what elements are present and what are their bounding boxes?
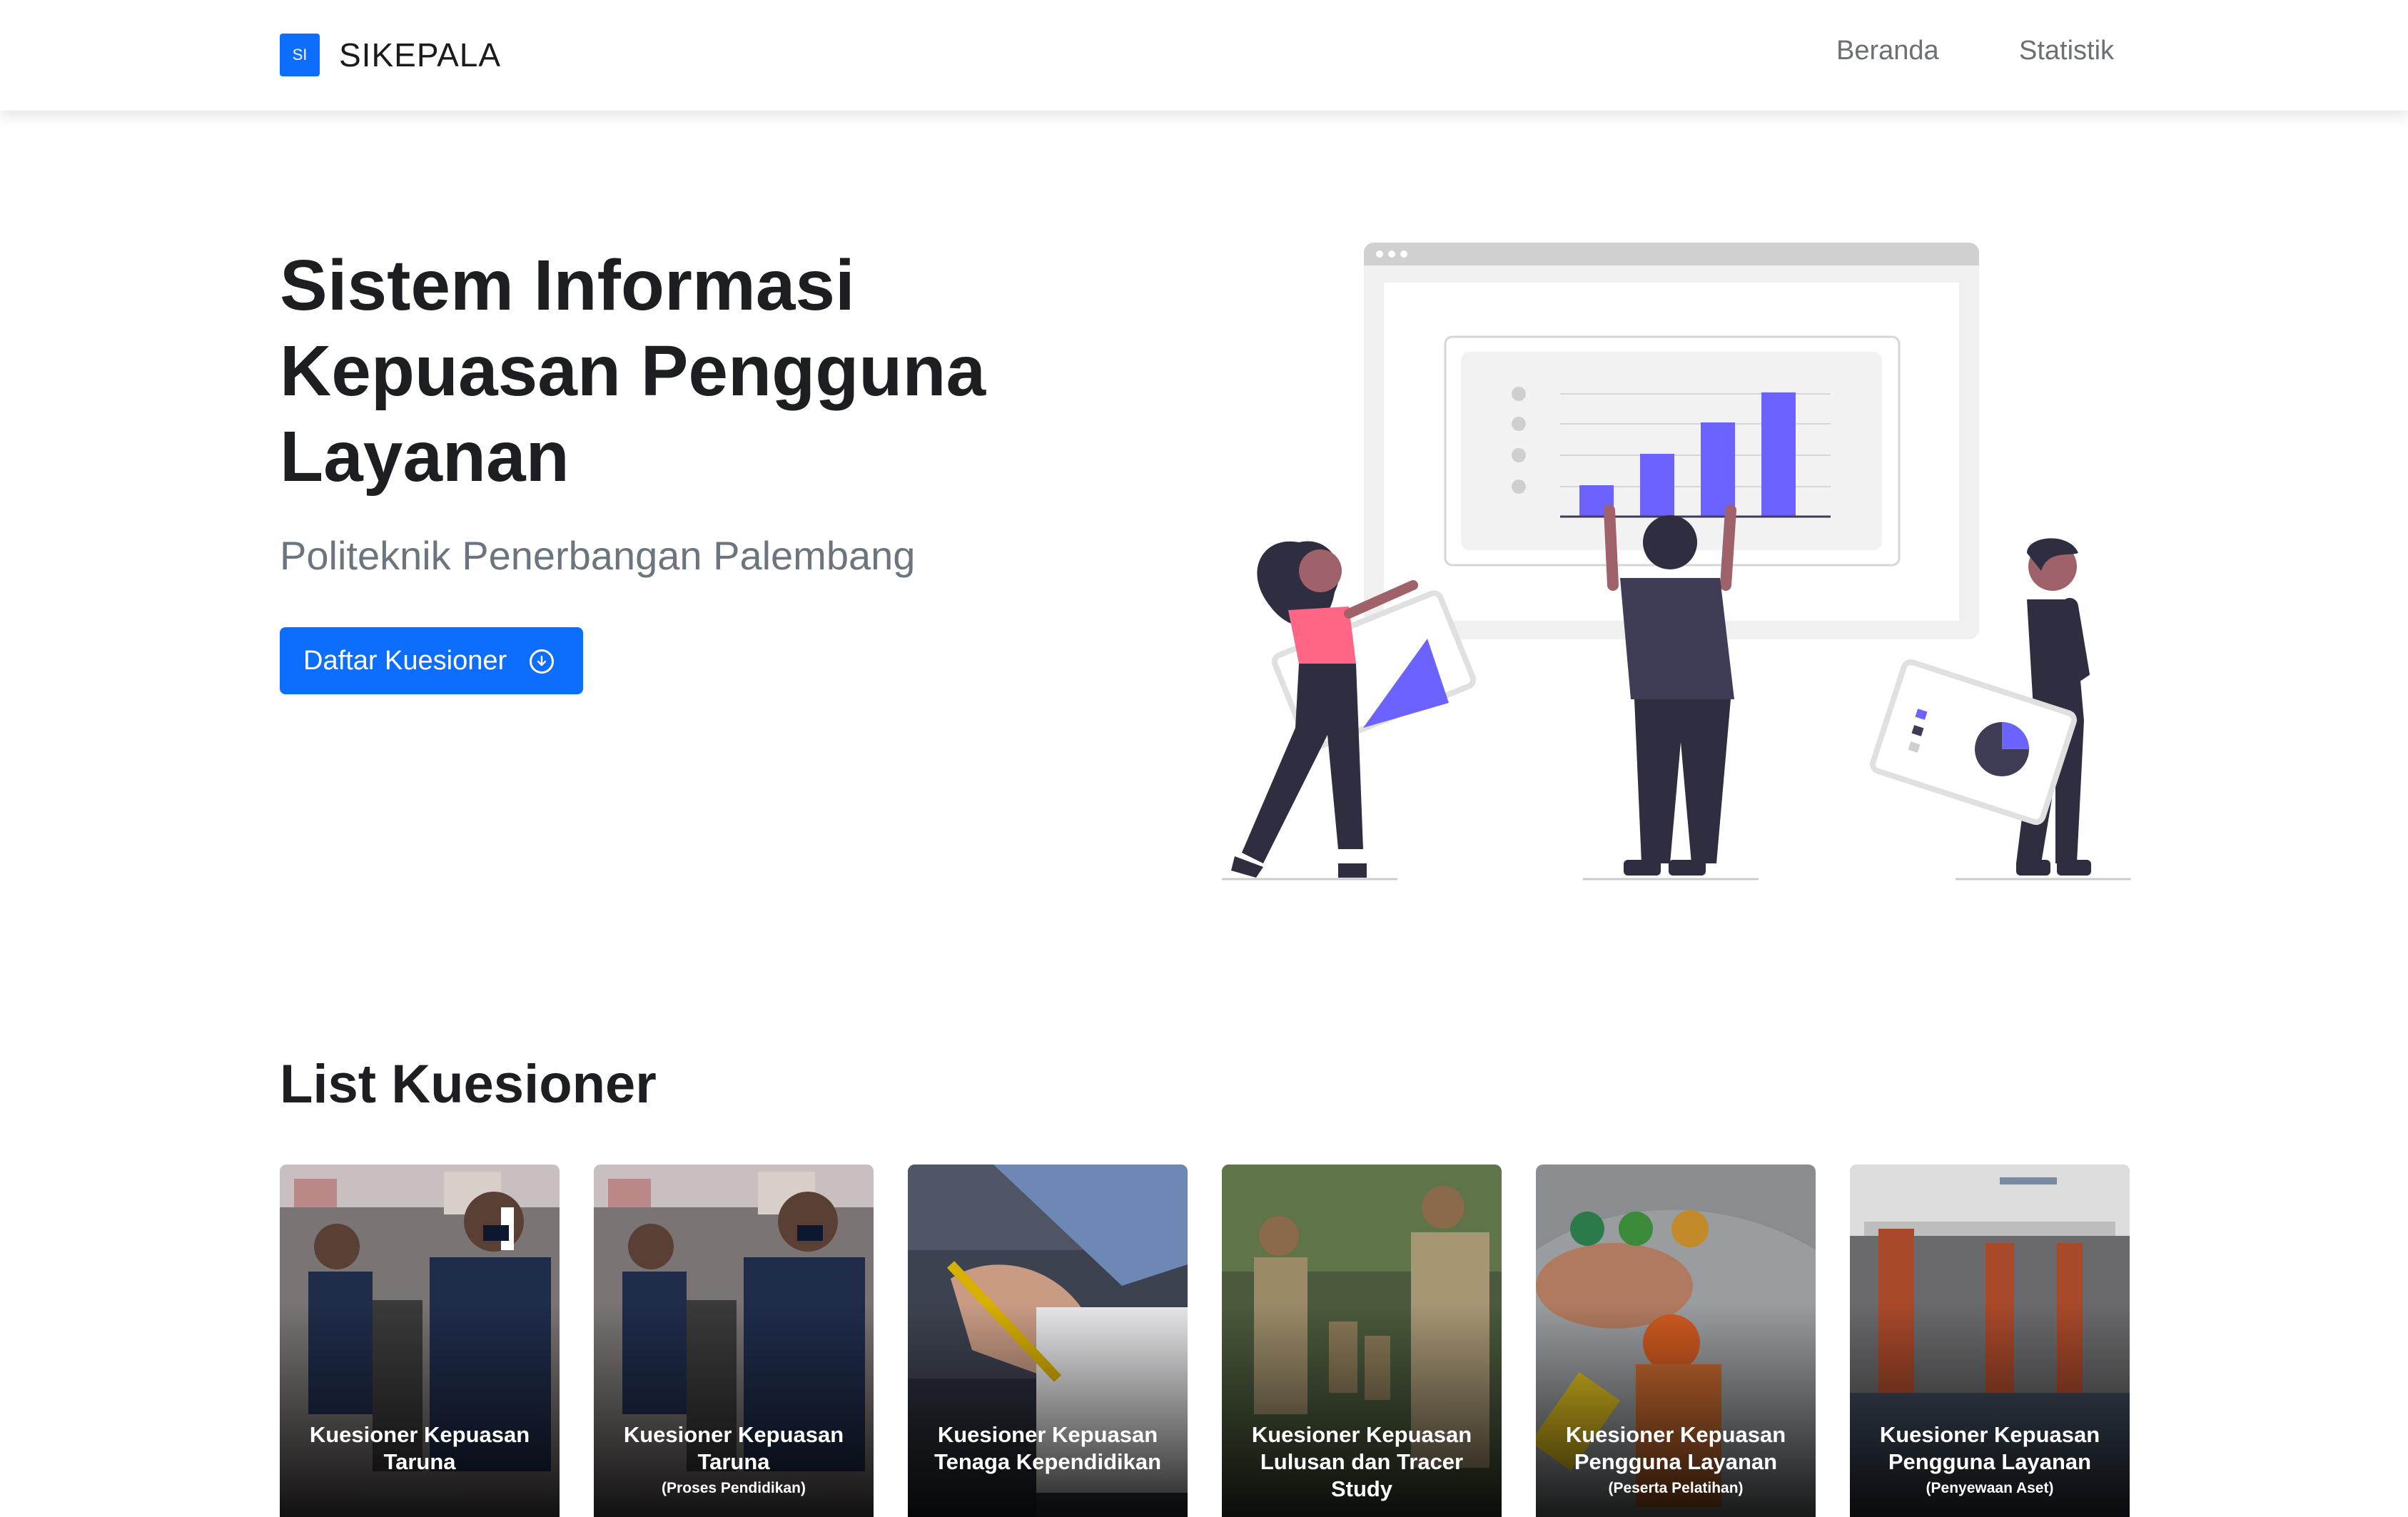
nav-link-statistik[interactable]: Statistik xyxy=(2019,36,2114,66)
woman-figure xyxy=(1231,541,1477,878)
hero-title: Sistem Informasi Kepuasan Pengguna Layan… xyxy=(280,245,986,497)
navbar: SI SIKEPALA Beranda Statistik xyxy=(0,0,2408,111)
brand[interactable]: SI SIKEPALA xyxy=(280,34,501,76)
card-kuesioner-lulusan-tracer-study[interactable]: Kuesioner Kepuasan Lulusan dan Tracer St… xyxy=(1222,1165,1502,1517)
daftar-kuesioner-label: Daftar Kuesioner xyxy=(303,645,507,676)
hero-subtitle: Politeknik Penerbangan Palembang xyxy=(280,533,916,578)
card-kuesioner-peserta-pelatihan[interactable]: Kuesioner Kepuasan Pengguna Layanan (Pes… xyxy=(1536,1165,1816,1517)
card-kuesioner-taruna-proses-pendidikan[interactable]: Kuesioner Kepuasan Taruna (Proses Pendid… xyxy=(594,1165,874,1517)
card-title: Kuesioner Kepuasan Pengguna Layanan xyxy=(1565,1422,1786,1474)
card-title: Kuesioner Kepuasan Lulusan dan Tracer St… xyxy=(1251,1422,1472,1501)
card-subtitle: (Penyewaan Aset) xyxy=(1926,1480,2054,1496)
daftar-kuesioner-button[interactable]: Daftar Kuesioner xyxy=(280,627,583,694)
card-title: Kuesioner Kepuasan Pengguna Layanan xyxy=(1879,1422,2100,1474)
brand-name: SIKEPALA xyxy=(339,36,502,73)
arrow-down-circle-icon xyxy=(530,649,554,674)
card-kuesioner-taruna[interactable]: Kuesioner Kepuasan Taruna xyxy=(280,1165,560,1517)
card-kuesioner-tenaga-kependidikan[interactable]: Kuesioner Kepuasan Tenaga Kependidikan xyxy=(908,1165,1188,1517)
card-subtitle: (Peserta Pelatihan) xyxy=(1608,1480,1744,1496)
card-title: Kuesioner Kepuasan Taruna xyxy=(309,1422,530,1474)
list-title: List Kuesioner xyxy=(280,1054,657,1115)
card-title: Kuesioner Kepuasan Tenaga Kependidikan xyxy=(934,1422,1162,1474)
card-overlay xyxy=(280,1303,560,1517)
brand-logo: SI xyxy=(280,34,320,76)
hero-illustration xyxy=(1222,243,2131,881)
card-subtitle: (Proses Pendidikan) xyxy=(662,1480,806,1496)
card-kuesioner-penyewaan-aset[interactable]: Kuesioner Kepuasan Pengguna Layanan (Pen… xyxy=(1850,1165,2130,1517)
card-title: Kuesioner Kepuasan Taruna xyxy=(623,1422,844,1474)
questionnaire-card-list: Kuesioner Kepuasan Taruna Kuesioner Kepu… xyxy=(280,1165,2131,1517)
nav-link-beranda[interactable]: Beranda xyxy=(1836,36,1939,66)
card-overlay xyxy=(908,1303,1188,1517)
